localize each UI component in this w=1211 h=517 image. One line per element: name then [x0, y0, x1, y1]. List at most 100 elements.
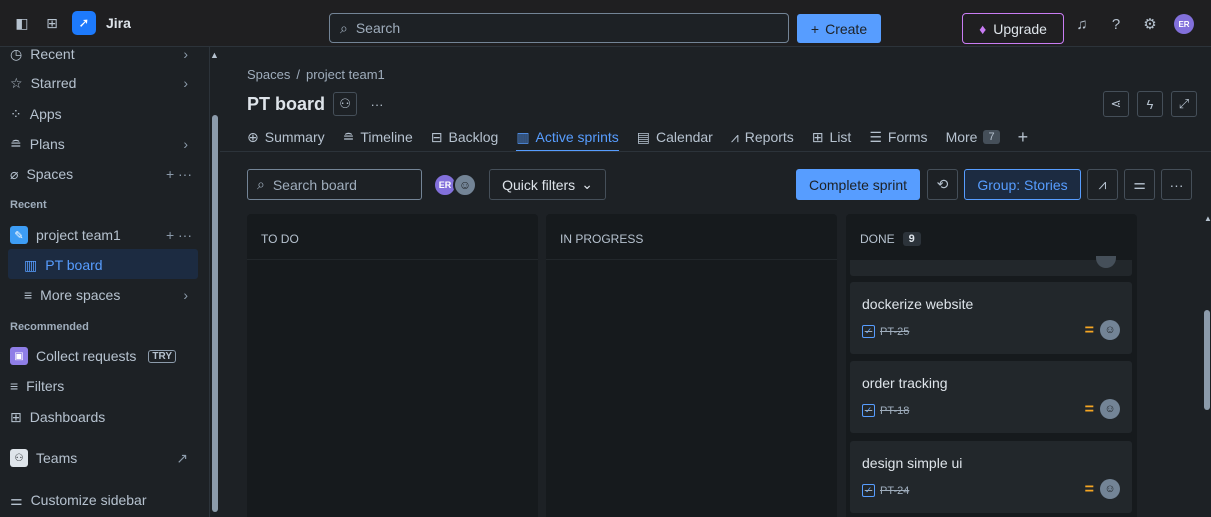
sidebar-item-label: Plans	[29, 136, 65, 152]
sidebar-item-label: PT board	[45, 257, 103, 273]
share-icon[interactable]: ⋖	[1103, 91, 1129, 117]
sidebar-item-project[interactable]: ✎ project team1 + ···	[10, 222, 198, 248]
sprint-settings-icon[interactable]: ⟲	[927, 169, 958, 200]
list-icon: ⊞	[811, 128, 824, 145]
sidebar-item-starred[interactable]: ☆ Starred ›	[10, 70, 198, 96]
task-checkbox-icon: ✓	[862, 325, 875, 338]
board-scroll-up-icon[interactable]: ▲	[1204, 214, 1211, 223]
tab-more[interactable]: More 7	[946, 126, 1000, 148]
breadcrumb-project[interactable]: project team1	[306, 67, 385, 82]
try-badge: TRY	[148, 349, 177, 363]
people-icon[interactable]: ⚇	[333, 92, 358, 116]
assignee-avatar[interactable]: ☺	[1100, 320, 1120, 340]
automation-icon[interactable]: ϟ	[1137, 91, 1163, 117]
tab-reports[interactable]: ⩘ Reports	[731, 126, 794, 148]
tab-backlog[interactable]: ⊟ Backlog	[431, 126, 499, 148]
sidebar-item-customize[interactable]: ⚌ Customize sidebar	[10, 487, 198, 513]
top-navigation-bar: ◧ ⊞ ➚ Jira ⌕ Search + Create ♦ Upgrade ♫…	[0, 0, 1211, 47]
sidebar-item-filters[interactable]: ≡ Filters	[10, 373, 198, 399]
tab-list[interactable]: ⊞ List	[812, 126, 852, 148]
backlog-icon: ⊟	[430, 128, 443, 145]
sidebar-item-recent[interactable]: ◷ Recent ›	[10, 47, 198, 67]
tab-label: Active sprints	[535, 129, 619, 145]
tab-label: Forms	[887, 129, 928, 145]
insights-icon[interactable]: ⩘	[1087, 169, 1118, 200]
sidebar-item-dashboards[interactable]: ⊞ Dashboards	[10, 404, 198, 430]
sidebar-scrollbar[interactable]	[212, 115, 218, 512]
issue-card[interactable]: order tracking ✓ PT-18 = ☺	[850, 361, 1132, 433]
tab-label: More	[945, 129, 978, 145]
avatar[interactable]: ER	[1174, 14, 1194, 34]
tab-label: Reports	[744, 129, 794, 145]
collect-icon: ▣	[10, 347, 28, 365]
group-by-button[interactable]: Group: Stories	[964, 169, 1081, 200]
issue-card[interactable]: dockerize website ✓ PT-25 = ☺	[850, 282, 1132, 354]
search-placeholder: Search board	[272, 176, 357, 193]
board-icon: ▥	[24, 256, 38, 273]
create-button[interactable]: + Create	[797, 14, 881, 43]
sidebar-item-collect-requests[interactable]: ▣ Collect requests TRY	[10, 343, 198, 369]
board-scrollbar[interactable]	[1204, 310, 1210, 410]
card-partial[interactable]	[850, 256, 1132, 276]
sidebar-item-teams[interactable]: ⚇ Teams ↗	[10, 445, 198, 471]
bell-icon[interactable]: ♫	[1072, 14, 1092, 34]
card-title: dockerize website	[862, 296, 974, 312]
sidebar-section-recommended: Recommended	[10, 321, 89, 333]
tab-active-sprints[interactable]: ▥ Active sprints	[516, 126, 620, 152]
teams-icon: ⚇	[10, 449, 28, 467]
column-count-badge: 9	[902, 232, 921, 246]
chevron-right-icon: ›	[183, 75, 188, 91]
sidebar-item-apps[interactable]: ⁘ Apps	[10, 101, 198, 127]
breadcrumb-spaces[interactable]: Spaces	[247, 67, 290, 82]
quick-filters-button[interactable]: Quick filters ⌄	[489, 169, 606, 200]
sidebar-item-spaces[interactable]: ⌀ Spaces + ···	[10, 161, 198, 187]
sidebar-item-label: Recent	[30, 47, 75, 62]
jira-logo-icon[interactable]: ➚	[72, 11, 96, 35]
issue-card[interactable]: design simple ui ✓ PT-24 = ☺	[850, 441, 1132, 513]
more-options-icon[interactable]: ···	[1161, 169, 1192, 200]
global-search-input[interactable]: ⌕ Search	[329, 13, 789, 43]
help-icon[interactable]: ?	[1106, 14, 1126, 34]
more-options-button[interactable]: ···	[365, 92, 389, 116]
fullscreen-icon[interactable]: ⤢	[1171, 91, 1197, 117]
upgrade-label: Upgrade	[993, 20, 1047, 37]
sidebar-scroll-up-icon[interactable]: ▲	[210, 50, 219, 60]
search-placeholder: Search	[355, 20, 401, 36]
tab-summary[interactable]: ⊕ Summary	[247, 126, 325, 148]
tab-label: Summary	[264, 129, 325, 145]
view-settings-icon[interactable]: ⚌	[1124, 169, 1155, 200]
task-checkbox-icon: ✓	[862, 404, 875, 417]
add-more-icon[interactable]: + ···	[166, 227, 192, 243]
tab-timeline[interactable]: ≘ Timeline	[343, 126, 413, 148]
sidebar-item-pt-board[interactable]: ▥ PT board	[24, 252, 194, 278]
sidebar-toggle-icon[interactable]: ◧	[12, 13, 32, 33]
chart-icon: ⩘	[730, 128, 739, 145]
board-column-in-progress: IN PROGRESS	[546, 214, 837, 517]
upgrade-button[interactable]: ♦ Upgrade	[962, 13, 1064, 44]
tab-label: List	[829, 129, 852, 145]
board-toolbar: ⌕ Search board ER ☺ Quick filters ⌄ Comp…	[247, 169, 1197, 201]
app-switcher-icon[interactable]: ⊞	[42, 13, 62, 33]
tab-forms[interactable]: ☰ Forms	[869, 126, 927, 148]
complete-sprint-button[interactable]: Complete sprint	[796, 169, 920, 200]
sidebar-item-label: Apps	[29, 106, 62, 122]
sidebar-item-label: Spaces	[26, 166, 74, 182]
tab-calendar[interactable]: ▤ Calendar	[637, 126, 713, 148]
person-icon[interactable]: ☺	[453, 173, 477, 197]
sidebar-item-plans[interactable]: ≘ Plans ›	[10, 131, 198, 157]
calendar-icon: ▤	[636, 128, 651, 145]
sidebar-item-more-spaces[interactable]: ≡ More spaces ›	[24, 282, 198, 308]
view-tabs: ⊕ Summary ≘ Timeline ⊟ Backlog ▥ Active …	[247, 126, 1029, 152]
gear-icon[interactable]: ⚙	[1140, 14, 1160, 34]
topbar-right: ♫ ? ⚙ ER	[1072, 14, 1194, 34]
card-key: ✓ PT-18	[862, 404, 909, 417]
card-title: design simple ui	[862, 455, 963, 471]
column-title: DONE	[860, 232, 895, 246]
add-tab-button[interactable]: +	[1018, 126, 1029, 148]
board-search-input[interactable]: ⌕ Search board	[247, 169, 422, 200]
add-more-icon[interactable]: + ···	[166, 166, 192, 182]
assignee-avatar[interactable]: ☺	[1100, 399, 1120, 419]
brand-name[interactable]: Jira	[106, 15, 131, 31]
issue-key: PT-24	[880, 484, 910, 497]
assignee-avatar[interactable]: ☺	[1100, 479, 1120, 499]
